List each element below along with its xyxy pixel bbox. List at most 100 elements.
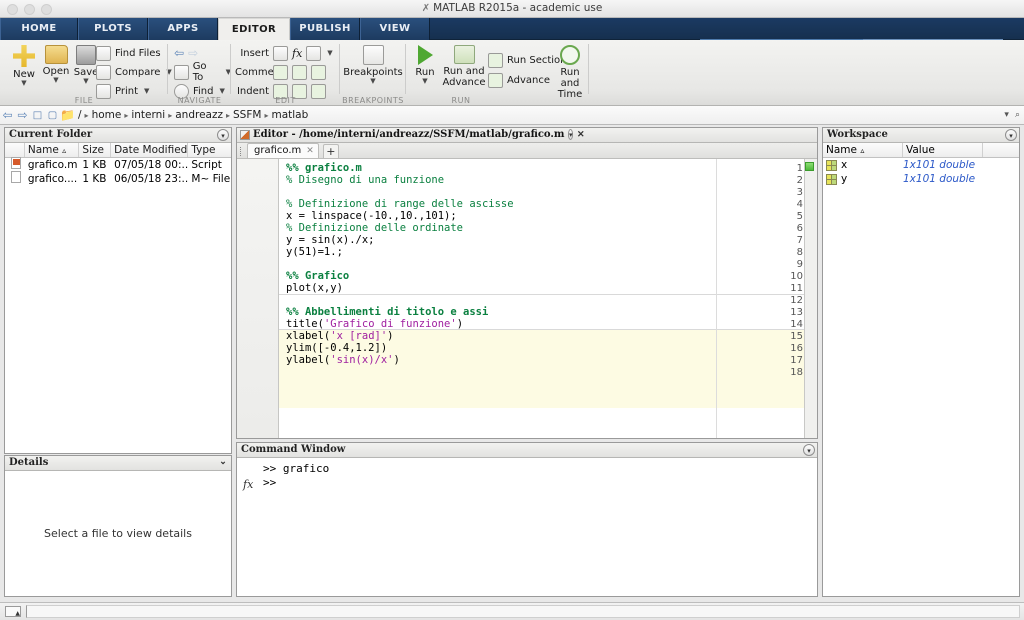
breadcrumb-andreazz[interactable]: andreazz: [175, 109, 223, 121]
table-row[interactable]: grafico.... 1 KB 06/05/18 23:... M~ File: [5, 171, 231, 186]
go-to-button[interactable]: Go To ▼: [174, 61, 231, 83]
run-and-advance-icon: [453, 45, 475, 64]
breadcrumb-matlab[interactable]: matlab: [271, 109, 308, 121]
up-folder-icon[interactable]: □: [30, 110, 45, 121]
chevron-down-icon[interactable]: ▾: [1004, 110, 1009, 120]
col-name[interactable]: Name ▵: [25, 143, 80, 157]
chevron-down-icon[interactable]: ▼: [342, 77, 404, 85]
col-icon[interactable]: [5, 143, 25, 157]
code-line: xlabel('x [rad]'): [286, 330, 394, 342]
file-date: 06/05/18 23:...: [114, 172, 189, 185]
back-arrow-icon[interactable]: ⇦: [0, 108, 15, 122]
go-to-label: Go To: [192, 61, 207, 83]
status-field: [26, 605, 1020, 618]
close-icon[interactable]: ✕: [306, 144, 314, 158]
advance-button[interactable]: Advance: [488, 71, 550, 89]
run-and-advance-button[interactable]: Run and Advance: [442, 43, 486, 88]
window-title-text: MATLAB R2015a - academic use: [433, 2, 603, 14]
editor-gutter[interactable]: [237, 159, 279, 438]
file-type: M~ File: [191, 172, 231, 185]
editor-tab-grafico-m[interactable]: grafico.m ✕: [247, 143, 319, 158]
run-and-time-button[interactable]: Run and Time: [552, 43, 588, 100]
panel-menu-icon[interactable]: ▾: [217, 129, 229, 141]
back-button[interactable]: ⇦ ⇨: [174, 44, 198, 62]
new-tab-button[interactable]: +: [322, 144, 339, 158]
command-line: >> grafico: [263, 462, 330, 475]
drag-grip-icon[interactable]: [240, 147, 242, 156]
ribbon-group-file-label: FILE: [74, 96, 94, 105]
tab-plots[interactable]: PLOTS: [78, 18, 148, 40]
tab-view[interactable]: VIEW: [360, 18, 430, 40]
run-and-advance-label: Run and Advance: [442, 66, 486, 88]
workspace-row[interactable]: x 1x101 double: [823, 158, 1019, 172]
insert-row[interactable]: Insert fx ▼: [235, 44, 333, 62]
col-name[interactable]: Name ▵: [823, 143, 903, 157]
workspace-row[interactable]: y 1x101 double: [823, 172, 1019, 186]
panel-controls: ▾ ✕: [567, 129, 585, 140]
col-type[interactable]: Type: [188, 143, 231, 157]
workspace-panel: Workspace ▾ Name ▵ Value x 1x101 double …: [822, 127, 1020, 597]
current-folder-table: Name ▵ Size Date Modified Type grafico.m…: [5, 143, 231, 186]
editor-tab-label: grafico.m: [254, 145, 302, 156]
breadcrumb-root[interactable]: /: [78, 109, 82, 121]
panel-menu-icon[interactable]: ▾: [1005, 129, 1017, 141]
breadcrumb-ssfm[interactable]: SSFM: [233, 109, 261, 121]
fx-icon[interactable]: fx: [243, 478, 253, 491]
chevron-down-icon[interactable]: ⌄: [217, 457, 229, 469]
panel-menu-icon[interactable]: ▾: [803, 444, 815, 456]
ribbon-group-navigate: ⇦ ⇨ Go To ▼ Find ▼ NAVIGATE: [168, 40, 231, 106]
insert-label: Insert: [240, 47, 269, 59]
forward-arrow-icon[interactable]: ⇨: [15, 108, 30, 122]
uncomment-icon[interactable]: [292, 64, 307, 80]
wrap-comment-icon[interactable]: [311, 64, 326, 80]
details-header: Details ⌄: [5, 456, 231, 471]
comment-icon[interactable]: [273, 64, 288, 80]
editor-text[interactable]: %% grafico.m % Disegno di una funzione %…: [280, 159, 817, 438]
forward-arrow-icon: ⇨: [188, 46, 199, 60]
file-size: 1 KB: [82, 172, 107, 185]
insert-section-icon[interactable]: [273, 45, 288, 61]
compare-button[interactable]: Compare ▼: [96, 63, 172, 81]
window-title: ✗ MATLAB R2015a - academic use: [0, 2, 1024, 14]
chevron-down-icon[interactable]: ▼: [220, 87, 225, 95]
table-row[interactable]: grafico.m 1 KB 07/05/18 00:... Script: [5, 157, 231, 172]
editor-code-area[interactable]: 1 2 3 4 5 6 7 8 9 10 11 12 13 14 15 16 1…: [237, 159, 817, 438]
comment-row[interactable]: Comment: [235, 63, 326, 81]
browse-folder-icon[interactable]: ▢: [45, 110, 60, 121]
ribbon-group-breakpoints: Breakpoints ▼ BREAKPOINTS: [340, 40, 406, 106]
command-window-output[interactable]: >> grafico >> fx: [237, 458, 817, 596]
code-line: y = sin(x)./x;: [286, 234, 375, 246]
insert-plot-icon[interactable]: [306, 45, 322, 61]
compare-label: Compare: [115, 66, 161, 78]
command-prompt[interactable]: >>: [263, 476, 276, 489]
col-value[interactable]: Value: [903, 143, 983, 157]
tab-home[interactable]: HOME: [0, 18, 78, 40]
panel-menu-icon[interactable]: ▾: [567, 129, 574, 140]
file-name: grafico....: [27, 172, 78, 185]
col-extra[interactable]: [983, 143, 1017, 157]
find-files-button[interactable]: Find Files: [96, 44, 161, 62]
col-date[interactable]: Date Modified: [111, 143, 189, 157]
chevron-down-icon[interactable]: ▼: [144, 87, 149, 95]
breakpoints-button[interactable]: Breakpoints ▼: [342, 43, 404, 85]
insert-function-icon[interactable]: fx: [292, 47, 302, 60]
variable-name: y: [841, 173, 848, 185]
run-button[interactable]: Run ▼: [408, 43, 442, 85]
tab-editor[interactable]: EDITOR: [218, 18, 290, 40]
matrix-icon: [826, 159, 837, 171]
tab-publish[interactable]: PUBLISH: [290, 18, 360, 40]
chevron-right-icon: ▸: [264, 110, 269, 120]
close-icon[interactable]: ✕: [577, 130, 585, 140]
editor-tab-bar: grafico.m ✕ +: [237, 143, 817, 159]
search-icon[interactable]: ⌕: [1015, 110, 1020, 120]
chevron-down-icon[interactable]: ▼: [408, 77, 442, 85]
resize-grip-icon[interactable]: [5, 606, 21, 617]
breadcrumb-home[interactable]: home: [92, 109, 122, 121]
sort-ascending-icon: ▵: [62, 146, 67, 155]
chevron-down-icon[interactable]: ▼: [327, 49, 332, 57]
tab-apps[interactable]: APPS: [148, 18, 218, 40]
col-size[interactable]: Size: [79, 143, 112, 157]
editor-vertical-scrollbar[interactable]: [804, 159, 817, 438]
back-arrow-icon: ⇦: [174, 46, 185, 60]
breadcrumb-interni[interactable]: interni: [131, 109, 165, 121]
